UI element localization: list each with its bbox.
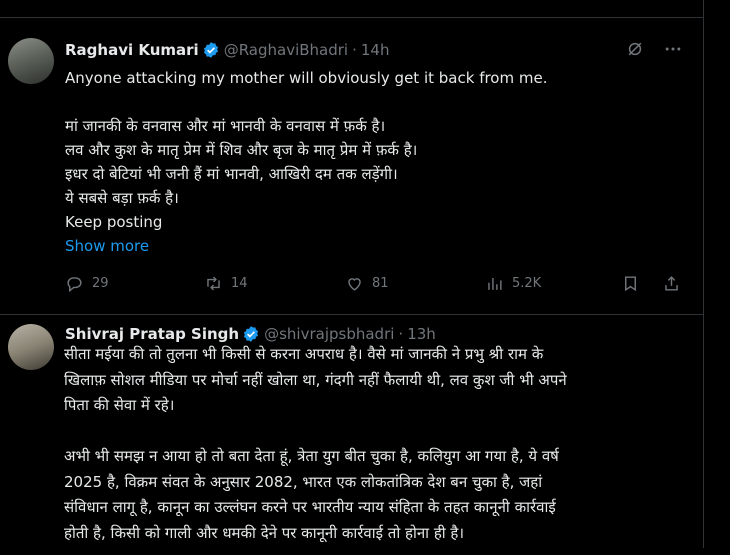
tweet-line: लव और कुश के मातृ प्रेम में शिव और बृज क… (65, 141, 418, 159)
tweet-line: अभी भी समझ न आया हो तो बता देता हूं, त्र… (64, 447, 559, 465)
timestamp[interactable]: 14h (361, 41, 390, 59)
reply-icon (67, 277, 82, 293)
separator-dot: · (398, 325, 404, 343)
tweet-raghavi[interactable]: Raghavi Kumari @RaghaviBhadri · 14h Anyo… (0, 18, 703, 315)
avatar[interactable] (8, 324, 54, 370)
tweet-actions: 29 14 81 5.2K (65, 274, 685, 296)
like-count: 81 (372, 276, 389, 291)
grok-icon[interactable] (625, 39, 645, 59)
retweet-icon (207, 276, 220, 291)
retweet-count: 14 (231, 276, 248, 291)
like-button[interactable]: 81 (345, 274, 389, 293)
separator-dot: · (352, 41, 357, 59)
reply-button[interactable]: 29 (65, 274, 109, 293)
author-handle[interactable]: @shivrajpsbhadri (264, 325, 394, 343)
share-icon (665, 276, 678, 291)
tweet-line: Anyone attacking my mother will obviousl… (65, 69, 548, 87)
right-gutter (704, 0, 730, 548)
show-more-link[interactable]: Show more (65, 234, 685, 258)
tweet-line: मां जानकी के वनवास और मां भानवी के वनवास… (65, 117, 386, 135)
tweet-line: इधर दो बेटियां भी जनी हैं मां भानवी, आखि… (65, 165, 398, 183)
share-button[interactable] (662, 274, 681, 293)
verified-icon (244, 326, 259, 342)
tweet-line: 2025 है, विक्रम संवत के अनुसार 2082, भार… (64, 472, 543, 491)
reply-count: 29 (92, 276, 109, 291)
bookmark-icon (625, 276, 636, 292)
bookmark-button[interactable] (621, 274, 640, 293)
tweet-line: Keep posting (65, 213, 163, 231)
tweet-line: सीता मईया की तो तुलना भी किसी से करना अप… (64, 345, 544, 363)
tweet-text: सीता मईया की तो तुलना भी किसी से करना अप… (64, 342, 685, 546)
tweet-header: Raghavi Kumari @RaghaviBhadri · 14h (65, 39, 683, 61)
author-name[interactable]: Shivraj Pratap Singh (65, 325, 239, 343)
tweet-line: पिता की सेवा में रहे। (64, 396, 175, 414)
tweet-line: खिलाफ़ सोशल मीडिया पर मोर्चा नहीं खोला थ… (64, 370, 567, 389)
verified-icon (203, 42, 218, 58)
previous-post-edge (0, 0, 703, 18)
view-count: 5.2K (512, 276, 542, 291)
retweet-button[interactable]: 14 (204, 274, 248, 293)
views-icon (488, 277, 502, 290)
author-name[interactable]: Raghavi Kumari (65, 41, 199, 59)
views-button[interactable]: 5.2K (485, 274, 541, 293)
tweet-line: ये सबसे बड़ा फ़र्क है। (65, 189, 179, 207)
tweet-text: Anyone attacking my mother will obviousl… (65, 66, 685, 258)
avatar[interactable] (8, 38, 54, 84)
author-handle[interactable]: @RaghaviBhadri (224, 41, 348, 59)
tweet-shivraj[interactable]: Shivraj Pratap Singh @shivrajpsbhadri · … (0, 315, 703, 555)
tweet-line: संविधान लागू है, कानून का उल्लंघन करने प… (64, 498, 556, 516)
tweet-line: होती है, किसी को गाली और धमकी देने पर का… (64, 523, 465, 542)
more-icon[interactable] (663, 39, 683, 59)
timeline-column: Raghavi Kumari @RaghaviBhadri · 14h Anyo… (0, 0, 704, 548)
like-icon (348, 278, 361, 291)
timestamp[interactable]: 13h (407, 325, 436, 343)
